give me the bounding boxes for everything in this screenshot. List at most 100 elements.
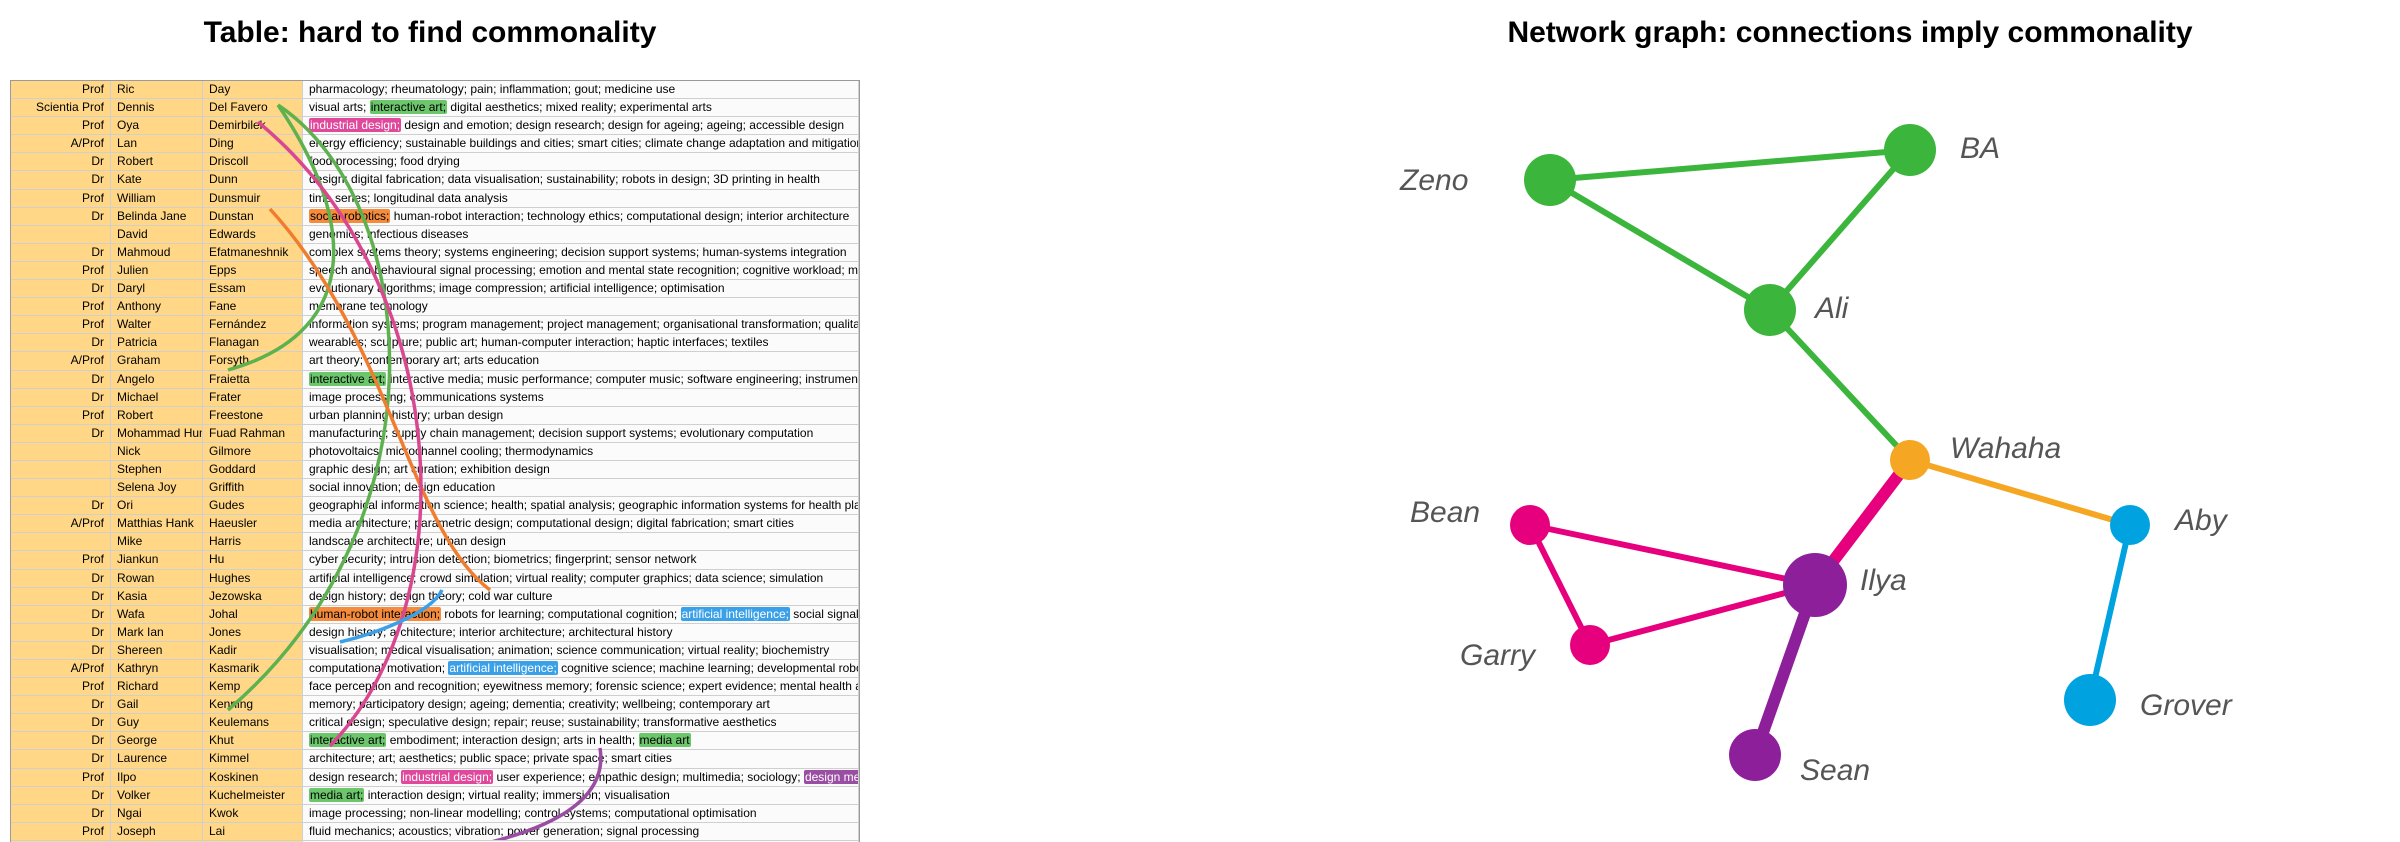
cell-research: visual arts; interactive art; digital ae… bbox=[303, 99, 859, 116]
cell-lastname: Gudes bbox=[203, 497, 303, 514]
cell-title: Dr bbox=[11, 750, 111, 767]
cell-firstname: Selena Joy bbox=[111, 479, 203, 496]
cell-lastname: Kadir bbox=[203, 642, 303, 659]
cell-research: interactive art; interactive media; musi… bbox=[303, 371, 859, 388]
cell-research: media architecture; parametric design; c… bbox=[303, 515, 859, 532]
table-row: DrRobertDriscollfood processing; food dr… bbox=[11, 153, 859, 171]
cell-research: social innovation; design education bbox=[303, 479, 859, 496]
cell-research: pharmacology; rheumatology; pain; inflam… bbox=[303, 81, 859, 98]
cell-firstname: Daryl bbox=[111, 280, 203, 297]
cell-firstname: Mark Ian bbox=[111, 624, 203, 641]
cell-research: industrial design; design and emotion; d… bbox=[303, 117, 859, 134]
cell-research: architecture; art; aesthetics; public sp… bbox=[303, 750, 859, 767]
cell-lastname: Fernández bbox=[203, 316, 303, 333]
cell-lastname: Efatmaneshnik bbox=[203, 244, 303, 261]
graph-edge bbox=[2090, 525, 2130, 700]
cell-lastname: Freestone bbox=[203, 407, 303, 424]
cell-lastname: Keulemans bbox=[203, 714, 303, 731]
cell-title: Dr bbox=[11, 606, 111, 623]
cell-lastname: Griffith bbox=[203, 479, 303, 496]
cell-lastname: Hughes bbox=[203, 570, 303, 587]
graph-node-label: Bean bbox=[1410, 496, 1480, 529]
graph-node-label: Aby bbox=[2173, 504, 2229, 537]
cell-title: Dr bbox=[11, 371, 111, 388]
graph-edge bbox=[1550, 150, 1910, 180]
cell-title: Prof bbox=[11, 117, 111, 134]
table-row: DrRowanHughesartificial intelligence; cr… bbox=[11, 570, 859, 588]
cell-research: graphic design; art curation; exhibition… bbox=[303, 461, 859, 478]
cell-firstname: Oya bbox=[111, 117, 203, 134]
graph-edge bbox=[1530, 525, 1590, 645]
cell-research: face perception and recognition; eyewitn… bbox=[303, 678, 859, 695]
cell-lastname: Day bbox=[203, 81, 303, 98]
cell-firstname: Mike bbox=[111, 533, 203, 550]
graph-edge bbox=[1910, 460, 2130, 525]
cell-research: manufacturing; supply chain management; … bbox=[303, 425, 859, 442]
graph-node bbox=[1783, 553, 1847, 617]
graph-node bbox=[2110, 505, 2150, 545]
table-row: DrVolkerKuchelmeistermedia art; interact… bbox=[11, 787, 859, 805]
table-row: ProfIlpoKoskinendesign research; industr… bbox=[11, 769, 859, 787]
cell-firstname: Laurence bbox=[111, 750, 203, 767]
cell-research: image processing; non-linear modelling; … bbox=[303, 805, 859, 822]
graph-edge bbox=[1550, 180, 1770, 310]
cell-lastname: Fuad Rahman bbox=[203, 425, 303, 442]
cell-firstname: William bbox=[111, 190, 203, 207]
cell-lastname: Kasmarik bbox=[203, 660, 303, 677]
graph-node bbox=[2064, 674, 2116, 726]
cell-lastname: Dunsmuir bbox=[203, 190, 303, 207]
table-row: StephenGoddardgraphic design; art curati… bbox=[11, 461, 859, 479]
cell-firstname: Kasia bbox=[111, 588, 203, 605]
table-row: ProfRichardKempface perception and recog… bbox=[11, 678, 859, 696]
cell-research: design research; industrial design; user… bbox=[303, 769, 859, 786]
graph-node bbox=[1744, 284, 1796, 336]
cell-research: memory; participatory design; ageing; de… bbox=[303, 696, 859, 713]
cell-firstname: Kathryn bbox=[111, 660, 203, 677]
cell-firstname: Patricia bbox=[111, 334, 203, 351]
cell-title: Dr bbox=[11, 714, 111, 731]
cell-research: interactive art; embodiment; interaction… bbox=[303, 732, 859, 749]
cell-research: art theory; contemporary art; arts educa… bbox=[303, 352, 859, 369]
cell-firstname: Graham bbox=[111, 352, 203, 369]
graph-edge bbox=[1530, 525, 1815, 585]
graph-node bbox=[1729, 729, 1781, 781]
researcher-table: ProfRicDaypharmacology; rheumatology; pa… bbox=[10, 80, 860, 842]
cell-lastname: Dunn bbox=[203, 171, 303, 188]
cell-lastname: Jezowska bbox=[203, 588, 303, 605]
graph-node-label: Ali bbox=[1813, 292, 1850, 325]
cell-firstname: Rowan bbox=[111, 570, 203, 587]
graph-node-label: BA bbox=[1960, 132, 2000, 165]
cell-firstname: Mohammad Humyun bbox=[111, 425, 203, 442]
cell-firstname: Ngai bbox=[111, 805, 203, 822]
cell-title: Prof bbox=[11, 262, 111, 279]
cell-research: photovoltaics; microchannel cooling; the… bbox=[303, 443, 859, 460]
cell-title: Dr bbox=[11, 389, 111, 406]
cell-firstname: Walter bbox=[111, 316, 203, 333]
cell-lastname: Fraietta bbox=[203, 371, 303, 388]
table-row: ProfRobertFreestoneurban planning histor… bbox=[11, 407, 859, 425]
cell-lastname: Johal bbox=[203, 606, 303, 623]
cell-lastname: Kuchelmeister bbox=[203, 787, 303, 804]
cell-firstname: Robert bbox=[111, 153, 203, 170]
cell-lastname: Kenning bbox=[203, 696, 303, 713]
cell-lastname: Essam bbox=[203, 280, 303, 297]
cell-firstname: Matthias Hank bbox=[111, 515, 203, 532]
graph-node-label: Ilya bbox=[1860, 564, 1907, 597]
cell-lastname: Harris bbox=[203, 533, 303, 550]
cell-firstname: Volker bbox=[111, 787, 203, 804]
cell-title: Dr bbox=[11, 570, 111, 587]
cell-lastname: Frater bbox=[203, 389, 303, 406]
graph-node-label: Grover bbox=[2140, 689, 2233, 722]
cell-firstname: Ilpo bbox=[111, 769, 203, 786]
cell-lastname: Driscoll bbox=[203, 153, 303, 170]
cell-research: food processing; food drying bbox=[303, 153, 859, 170]
cell-firstname: Robert bbox=[111, 407, 203, 424]
table-row: DrWafaJohalhuman-robot interaction; robo… bbox=[11, 606, 859, 624]
cell-title: A/Prof bbox=[11, 352, 111, 369]
graph-node bbox=[1884, 124, 1936, 176]
cell-lastname: Ding bbox=[203, 135, 303, 152]
table-row: DrNgaiKwokimage processing; non-linear m… bbox=[11, 805, 859, 823]
cell-title bbox=[11, 479, 111, 496]
cell-firstname: Jiankun bbox=[111, 551, 203, 568]
cell-lastname: Haeusler bbox=[203, 515, 303, 532]
